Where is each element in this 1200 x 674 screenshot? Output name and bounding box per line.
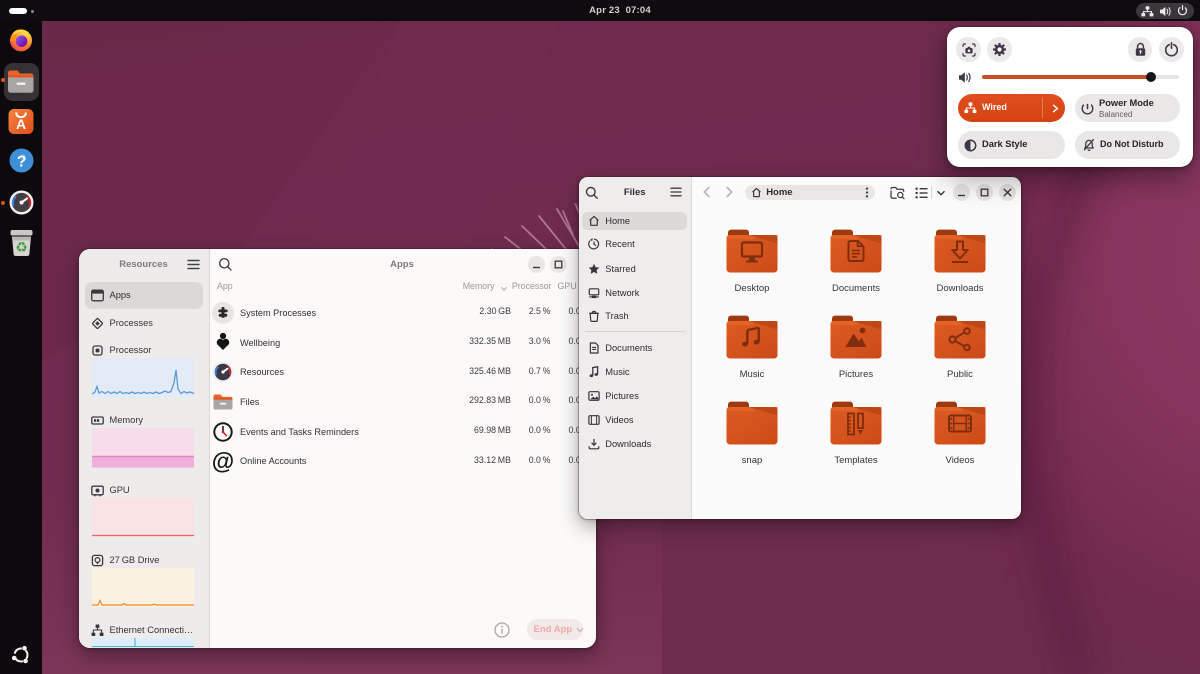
svg-text:♻: ♻: [15, 239, 28, 255]
svg-text:?: ?: [17, 153, 27, 170]
svg-text:A: A: [16, 116, 26, 132]
